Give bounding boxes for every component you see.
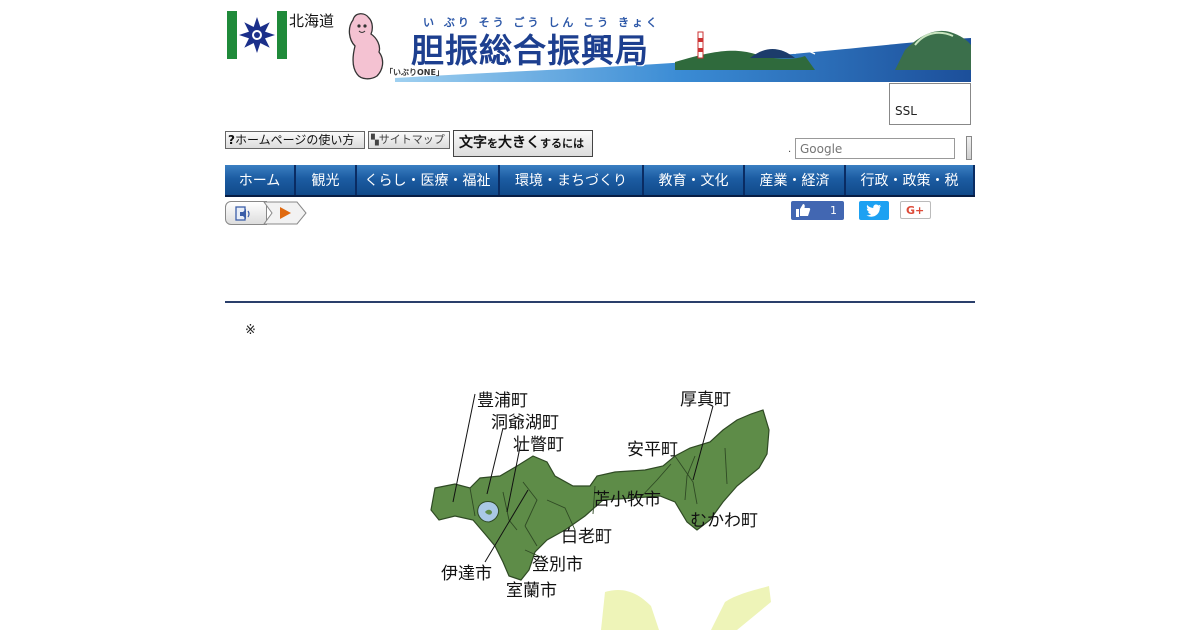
question-icon: ? [228,133,235,147]
iburi-region-map[interactable]: 豊浦町 洞爺湖町 壮瞥町 厚真町 安平町 苫小牧市 白老町 むかわ町 登別市 伊… [425,380,785,630]
twitter-bird-icon [866,204,882,217]
nav-item-environment[interactable]: 環境・まちづくり [500,165,644,195]
map-label-atsuma[interactable]: 厚真町 [680,385,731,410]
map-label-shiraoi[interactable]: 白老町 [561,522,612,547]
facebook-like-button[interactable]: 1 [791,201,844,220]
twitter-button[interactable] [859,201,889,220]
global-nav: ホーム 観光 くらし・医療・福祉 環境・まちづくり 教育・文化 産業・経済 行政… [225,165,975,197]
help-button[interactable]: ?ホームページの使い方 [225,131,365,149]
nav-item-tourism[interactable]: 観光 [296,165,357,195]
note-marker: ※ [245,323,256,338]
enlarge-text-wo: を [487,137,498,150]
map-inset [601,589,659,630]
nav-item-home[interactable]: ホーム [225,165,296,195]
enlarge-text-main: 文字 [459,135,487,151]
map-label-date[interactable]: 伊達市 [441,559,492,584]
nav-item-living[interactable]: くらし・医療・福祉 [357,165,500,195]
search-marker: . [788,144,792,155]
sitemap-button[interactable]: ▚サイトマップ [368,131,450,149]
sitemap-button-label: サイトマップ [378,133,445,146]
nav-item-industry[interactable]: 産業・経済 [745,165,846,195]
map-label-muroran[interactable]: 室蘭市 [506,576,557,601]
map-label-abira[interactable]: 安平町 [627,435,678,460]
ssl-label: SSL [895,104,917,118]
map-label-sobetsu[interactable]: 壮瞥町 [513,430,564,455]
speaker-icon [235,206,250,221]
help-button-label: ホームページの使い方 [234,133,355,147]
nav-item-administration[interactable]: 行政・政策・税 [846,165,975,195]
pref-name: 北海道 [289,12,335,30]
ssl-seal[interactable]: SSL [889,83,971,125]
hokkaido-logo[interactable] [227,11,287,59]
map-label-noboribetsu[interactable]: 登別市 [532,550,583,575]
google-plus-label: G+ [906,204,925,217]
enlarge-text-button[interactable]: 文字を大きくするには [453,130,593,157]
nav-item-education[interactable]: 教育・文化 [644,165,745,195]
read-aloud-button[interactable] [225,201,267,225]
page: 北海道 「いぶりONE」 い ぶり そう ごう しん こう きょく 胆振総合振興… [225,0,975,630]
read-aloud-player [225,201,307,227]
google-plus-button[interactable]: G+ [900,201,931,219]
play-button[interactable] [263,201,307,225]
thumbs-up-icon [796,204,811,217]
enlarge-text-ookiku: 大きく [498,135,540,151]
enlarge-text-suffix: するには [540,137,584,150]
map-label-tomakomai[interactable]: 苫小牧市 [593,485,661,510]
search-button[interactable] [966,136,972,160]
like-count: 1 [830,204,837,217]
map-label-mukawa[interactable]: むかわ町 [690,506,758,531]
hokkaido-emblem-icon [239,17,275,53]
sitemap-icon: ▚ [371,135,379,146]
page-title[interactable]: 胆振総合振興局 [411,24,649,72]
search-input[interactable] [795,138,955,159]
section-divider [225,301,975,303]
